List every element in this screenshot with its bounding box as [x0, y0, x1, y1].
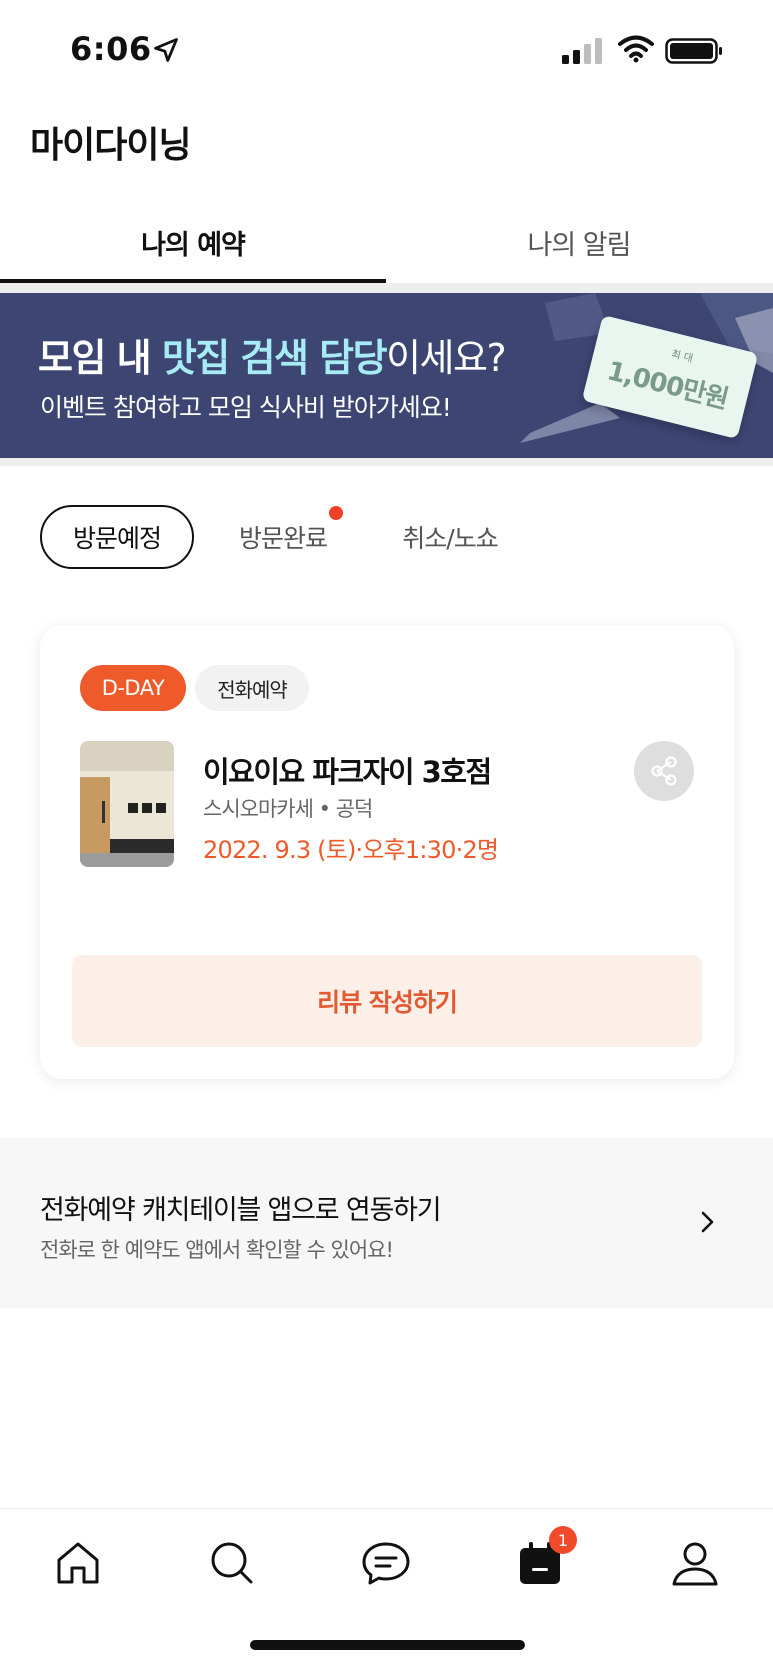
- top-tabs: 나의 예약 나의 알림: [0, 200, 773, 284]
- battery-icon: [665, 38, 722, 64]
- banner-title: 모임 내 맛집 검색 담당이세요?: [38, 327, 507, 382]
- cellular-signal-icon: [562, 38, 602, 64]
- home-indicator[interactable]: [250, 1640, 525, 1650]
- profile-icon: [672, 1542, 718, 1586]
- banner-title-highlight: 맛집 검색 담당: [161, 336, 388, 380]
- share-button[interactable]: [634, 741, 694, 801]
- status-bar: 6:06: [0, 0, 773, 100]
- reservation-datetime: 2022. 9.3 (토)·오후1:30·2명: [203, 836, 499, 864]
- banner-title-part2: 이세요?: [386, 336, 507, 380]
- nav-search-button[interactable]: [202, 1533, 262, 1593]
- banner-subtitle: 이벤트 참여하고 모임 식사비 받아가세요!: [40, 393, 452, 422]
- dday-badge: D-DAY: [80, 665, 186, 711]
- nav-home-button[interactable]: [48, 1533, 108, 1593]
- status-time: 6:06: [70, 30, 152, 68]
- reservation-count-badge: 1: [549, 1526, 577, 1554]
- nav-chat-button[interactable]: [356, 1533, 416, 1593]
- new-indicator-dot: [329, 506, 343, 520]
- wifi-icon: [618, 35, 654, 63]
- reservation-type-badge: 전화예약: [195, 665, 309, 711]
- restaurant-photo: [80, 741, 174, 867]
- restaurant-name[interactable]: 이요이요 파크자이 3호점: [203, 749, 492, 791]
- chevron-right-icon: [701, 1211, 714, 1233]
- link-subtitle: 전화로 한 예약도 앱에서 확인할 수 있어요!: [40, 1238, 394, 1262]
- write-review-button[interactable]: 리뷰 작성하기: [72, 955, 702, 1047]
- reservation-card: D-DAY 전화예약 이요이요 파크자이 3호점 스시오마카세 • 공덕 202…: [40, 625, 734, 1079]
- nav-profile-button[interactable]: [665, 1533, 725, 1593]
- filter-cancelled[interactable]: 취소/노쇼: [395, 505, 505, 569]
- tab-divider: [0, 283, 773, 293]
- location-arrow-icon: [154, 38, 178, 62]
- search-icon: [211, 1542, 253, 1584]
- event-banner[interactable]: 모임 내 맛집 검색 담당이세요? 이벤트 참여하고 모임 식사비 받아가세요!…: [0, 293, 773, 458]
- page-title: 마이다이닝: [30, 125, 192, 166]
- chat-icon: [362, 1542, 410, 1585]
- home-icon: [57, 1542, 99, 1584]
- prize-card-max: 최 대: [670, 348, 694, 365]
- prize-card-amount: 1,000만원: [604, 356, 731, 416]
- banner-title-part1: 모임 내: [38, 336, 162, 380]
- share-icon: [651, 756, 677, 786]
- reservation-filters: 방문예정 방문완료 취소/노쇼: [0, 505, 773, 569]
- tab-my-reservations[interactable]: 나의 예약: [0, 200, 386, 284]
- tab-my-notifications[interactable]: 나의 알림: [386, 200, 772, 284]
- phone-reservation-link[interactable]: 전화예약 캐치테이블 앱으로 연동하기 전화로 한 예약도 앱에서 확인할 수 …: [0, 1138, 773, 1308]
- restaurant-category: 스시오마카세 • 공덕: [203, 797, 373, 821]
- filter-visited[interactable]: 방문완료: [228, 505, 338, 569]
- restaurant-thumbnail[interactable]: [80, 741, 174, 867]
- filter-upcoming[interactable]: 방문예정: [40, 505, 194, 569]
- banner-divider: [0, 458, 773, 466]
- link-title: 전화예약 캐치테이블 앱으로 연동하기: [40, 1195, 442, 1226]
